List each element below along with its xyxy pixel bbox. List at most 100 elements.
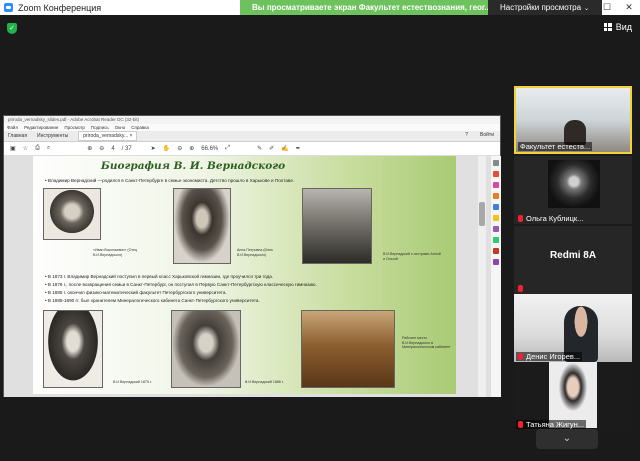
caption-1875: В.И.Вернадский 1875 г. xyxy=(113,380,152,384)
highlight-icon[interactable]: ✐ xyxy=(269,145,274,152)
search-icon[interactable]: ⌕ xyxy=(47,145,50,152)
muted-mic-icon xyxy=(518,421,523,428)
zoom-out-icon[interactable]: ⊖ xyxy=(177,145,182,152)
participant-tile[interactable]: Денис Игорев... xyxy=(514,294,632,362)
muted-mic-icon xyxy=(518,285,523,292)
minimize-button[interactable]: — xyxy=(574,0,596,15)
page-total: / 37 xyxy=(121,145,132,152)
participant-name: Факультет естеств... xyxy=(518,142,593,151)
document-viewer[interactable]: Биография В. И. Вернадского • Владимир В… xyxy=(4,156,490,397)
bullet-1885: • В 1885 г. окончил физико-математически… xyxy=(45,290,227,295)
tab-tools[interactable]: Инструменты xyxy=(37,133,68,139)
view-label: Вид xyxy=(615,22,632,32)
security-shield-icon[interactable]: ✓ xyxy=(7,23,17,34)
protect-icon[interactable] xyxy=(493,248,499,254)
bullet-1876: • В 1876 г., после возвращения семьи в С… xyxy=(45,282,317,287)
organize-icon[interactable] xyxy=(493,204,499,210)
help-icon[interactable]: ? xyxy=(465,132,468,138)
participant-tile-active[interactable]: Факультет естеств... xyxy=(514,86,632,154)
page-current[interactable]: 4 xyxy=(111,146,114,152)
tools-panel xyxy=(490,156,501,397)
caption-siblings: В.И.Вернадский с сестрами Анной и Ольгой xyxy=(383,252,441,261)
window-title: Zoom Конференция xyxy=(18,2,102,13)
acrobat-title: priroda_vernadsky_slides.pdf - Adobe Acr… xyxy=(4,116,500,124)
caption-1886: В.И.Вернадский 1886 г. xyxy=(245,380,284,384)
close-button[interactable]: ✕ xyxy=(618,0,640,15)
photo-mother xyxy=(173,188,231,264)
menu-file[interactable]: Файл xyxy=(7,124,18,131)
fill-sign-icon[interactable] xyxy=(493,226,499,232)
select-tool-icon[interactable]: ➤ xyxy=(151,145,156,152)
photo-father xyxy=(43,188,101,240)
participant-name: Денис Игорев... xyxy=(526,352,581,361)
hand-tool-icon[interactable]: ✋ xyxy=(163,145,170,152)
page-up-icon[interactable]: ⊕ xyxy=(87,145,92,152)
zoom-level[interactable]: 66.6% xyxy=(201,146,218,152)
participant-name-wrap: Татьяна Жигун... xyxy=(516,420,587,429)
star-icon[interactable]: ☆ xyxy=(23,145,28,152)
export-pdf-icon[interactable] xyxy=(493,193,499,199)
slide-title: Биография В. И. Вернадского xyxy=(100,160,286,172)
share-message: Вы просматриваете экран Факультет естест… xyxy=(240,0,488,15)
avatar xyxy=(549,362,597,428)
edit-pdf-icon[interactable] xyxy=(493,182,499,188)
participant-name-wrap: Денис Игорев... xyxy=(516,352,583,361)
participant-status xyxy=(516,284,528,293)
shared-screen: priroda_vernadsky_slides.pdf - Adobe Acr… xyxy=(3,115,501,397)
print-icon[interactable]: ⎙ xyxy=(35,145,40,152)
scan-icon[interactable] xyxy=(493,237,499,243)
sign-icon[interactable]: ✒ xyxy=(296,145,301,152)
participant-name-wrap: Ольга Кублицк... xyxy=(516,214,585,223)
maximize-button[interactable]: ☐ xyxy=(596,0,618,15)
acrobat-toolbar: ▣ ☆ ⎙ ⌕ ⊕ ⊖ 4 / 37 ➤ ✋ ⊖ ⊕ 66.6% ⤢ ✎ ✐ ✍… xyxy=(4,142,500,156)
photo-1875 xyxy=(43,310,103,388)
muted-mic-icon xyxy=(518,353,523,360)
save-icon[interactable]: ▣ xyxy=(10,145,16,152)
share-banner: Вы просматриваете экран Факультет естест… xyxy=(240,0,602,15)
page-down-icon[interactable]: ⊖ xyxy=(99,145,104,152)
bullet-1873: • В 1873 г. Владимир Вернадский поступил… xyxy=(45,274,274,279)
avatar xyxy=(548,160,600,208)
scroll-down-button[interactable]: ⌄ xyxy=(536,429,598,449)
participant-name: Ольга Кублицк... xyxy=(526,214,584,223)
slide-page: Биография В. И. Вернадского • Владимир В… xyxy=(33,156,456,394)
title-bar: Zoom Конференция Вы просматриваете экран… xyxy=(0,0,640,15)
scroll-thumb[interactable] xyxy=(479,202,485,226)
comment-icon[interactable]: ✎ xyxy=(257,145,262,152)
send-icon[interactable] xyxy=(493,259,499,265)
bullet-1885-1890: • В 1885-1890 гг. был хранителем Минерал… xyxy=(45,298,260,303)
participant-tile[interactable]: Татьяна Жигун... xyxy=(514,362,632,430)
slide-intro: • Владимир Вернадский —родился в Санкт-П… xyxy=(45,178,295,183)
caption-workplace: Рабочее место В.И.Вернадского в Минерало… xyxy=(402,336,451,349)
fit-icon[interactable]: ⤢ xyxy=(225,145,230,152)
zoom-window: Zoom Конференция Вы просматриваете экран… xyxy=(0,0,640,461)
caption-mother: Анна Петровна (Мать В.И.Вернадского) xyxy=(237,248,274,257)
tab-document[interactable]: priroda_vernadsky... × xyxy=(78,131,138,141)
participant-tile[interactable]: Redmi 8A xyxy=(514,226,632,294)
caption-father: «Иван Васильевич» (Отец В.И.Вернадского) xyxy=(93,248,138,257)
menu-sign[interactable]: Подпись xyxy=(91,124,109,131)
view-button[interactable]: Вид xyxy=(603,22,632,32)
acrobat-menu: Файл Редактирование Просмотр Подпись Окн… xyxy=(4,124,500,131)
menu-help[interactable]: Справка xyxy=(131,124,149,131)
grid-icon xyxy=(603,23,612,31)
menu-window[interactable]: Окно xyxy=(115,124,125,131)
menu-edit[interactable]: Редактирование xyxy=(24,124,58,131)
document-scrollbar[interactable] xyxy=(478,156,486,397)
signin-button[interactable]: Войти xyxy=(480,132,494,138)
menu-view[interactable]: Просмотр xyxy=(64,124,85,131)
participant-name: Redmi 8A xyxy=(549,250,597,261)
comment-tool-icon[interactable] xyxy=(493,215,499,221)
tab-home[interactable]: Главная xyxy=(8,133,27,139)
create-pdf-icon[interactable] xyxy=(493,171,499,177)
muted-mic-icon xyxy=(518,215,523,222)
participants-panel: Факультет естеств... Ольга Кублицк... Re… xyxy=(514,86,634,451)
photo-siblings xyxy=(302,188,372,264)
photo-workplace xyxy=(301,310,395,388)
zoom-in-icon[interactable]: ⊕ xyxy=(189,145,194,152)
acrobat-tabs: Главная Инструменты priroda_vernadsky...… xyxy=(4,131,500,142)
zoom-tool-icon[interactable] xyxy=(493,160,499,166)
participant-tile[interactable]: Ольга Кублицк... xyxy=(514,156,632,224)
draw-icon[interactable]: ✍ xyxy=(281,145,288,152)
zoom-logo-icon xyxy=(4,3,13,12)
